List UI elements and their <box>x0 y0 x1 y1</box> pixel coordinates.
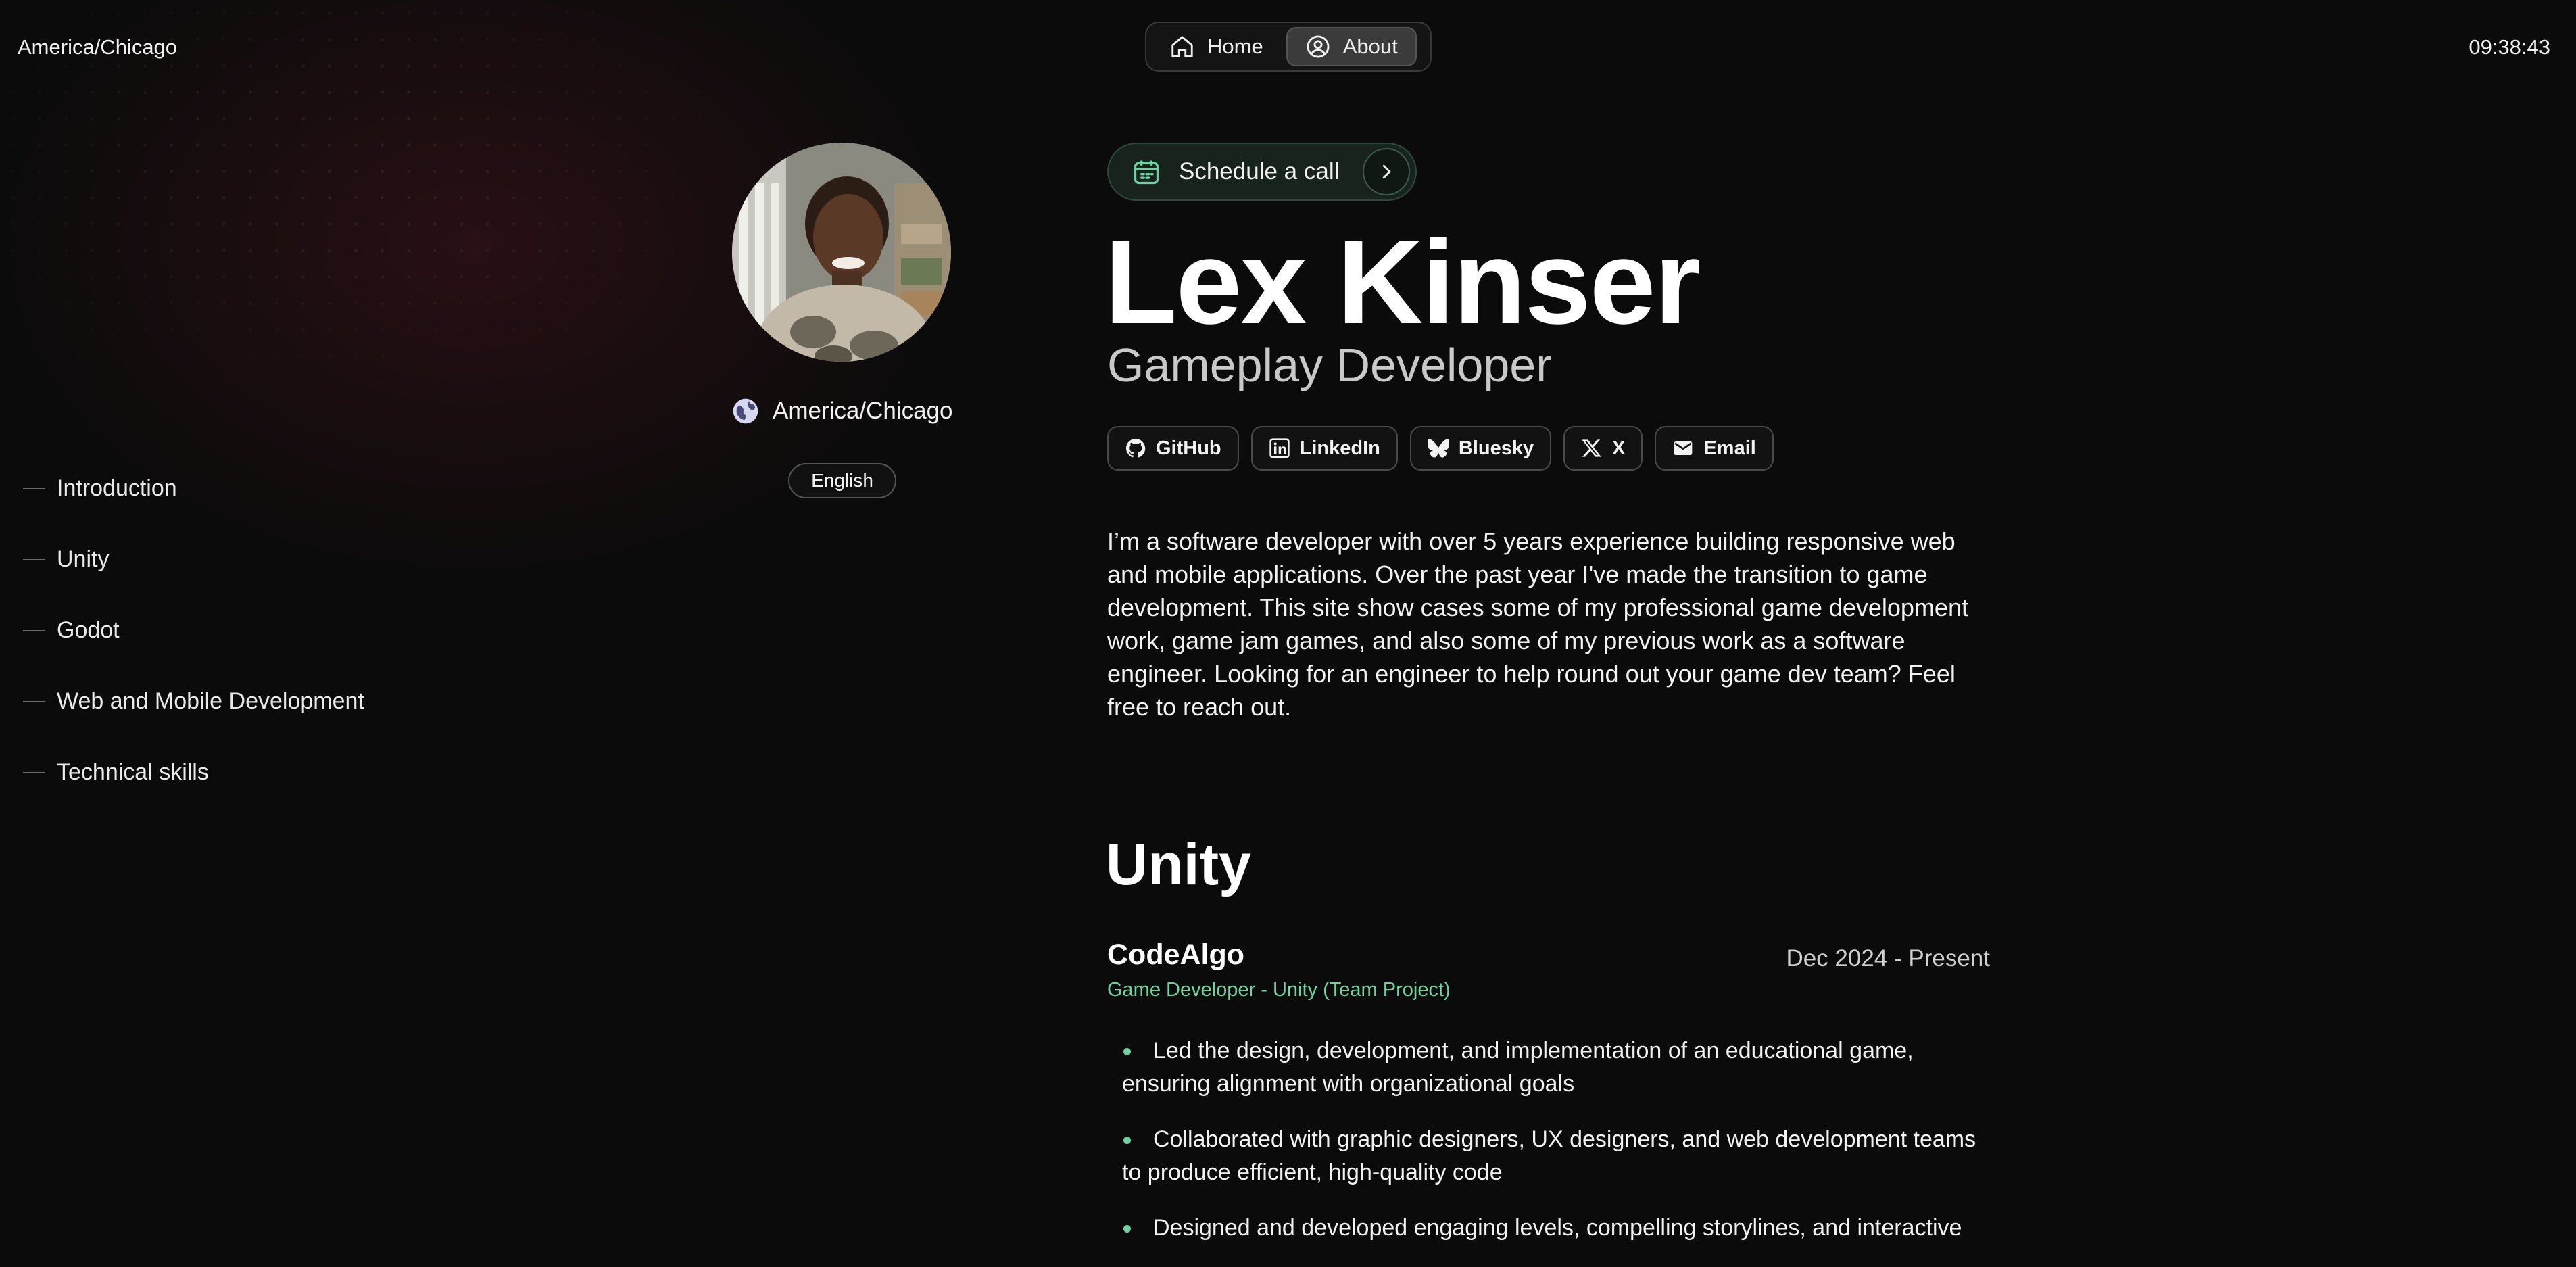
github-label: GitHub <box>1156 437 1221 459</box>
user-circle-icon <box>1307 35 1330 58</box>
bio-paragraph: I’m a software developer with over 5 yea… <box>1107 527 1968 721</box>
list-item: Designed and developed engaging levels, … <box>1122 1212 2001 1245</box>
toc-item-label: Introduction <box>57 475 177 501</box>
profile-role: Gameplay Developer <box>1107 339 1552 391</box>
email-link[interactable]: Email <box>1655 426 1774 471</box>
github-icon <box>1126 439 1146 458</box>
calendar-icon <box>1132 157 1161 187</box>
email-icon <box>1674 441 1693 455</box>
x-icon <box>1582 439 1601 457</box>
toc-item-unity[interactable]: Unity <box>23 524 364 595</box>
toc-dash <box>23 700 45 702</box>
chevron-right-icon <box>1363 148 1410 195</box>
github-link[interactable]: GitHub <box>1107 426 1239 471</box>
list-item: Collaborated with graphic designers, UX … <box>1122 1123 2001 1189</box>
linkedin-label: LinkedIn <box>1299 437 1380 459</box>
toc-item-label: Godot <box>57 617 120 643</box>
x-link[interactable]: X <box>1563 426 1643 471</box>
toc-item-label: Unity <box>57 546 110 572</box>
toc-item-technical-skills[interactable]: Technical skills <box>23 737 364 808</box>
email-label: Email <box>1703 437 1756 459</box>
nav-about-label: About <box>1342 34 1398 58</box>
schedule-call-button[interactable]: Schedule a call <box>1107 143 1417 201</box>
location-label: America/Chicago <box>773 398 953 424</box>
experience-company: CodeAlgo <box>1107 938 1245 971</box>
list-item: Led the design, development, and impleme… <box>1122 1034 2001 1101</box>
bluesky-icon <box>1428 439 1449 458</box>
table-of-contents: Introduction Unity Godot Web and Mobile … <box>23 453 364 808</box>
toc-dash <box>23 629 45 631</box>
toc-dash <box>23 771 45 773</box>
timezone-label: America/Chicago <box>18 35 178 59</box>
x-label: X <box>1612 437 1626 459</box>
experience-role: Game Developer - Unity (Team Project) <box>1107 979 1451 1001</box>
toc-item-web-mobile[interactable]: Web and Mobile Development <box>23 666 364 737</box>
section-title-unity: Unity <box>1106 832 1251 897</box>
experience-dates: Dec 2024 - Present <box>1786 945 1990 972</box>
toc-item-introduction[interactable]: Introduction <box>23 453 364 524</box>
nav-home-label: Home <box>1207 34 1263 58</box>
language-badge: English <box>788 463 896 498</box>
experience-bullets: Led the design, development, and impleme… <box>1122 1034 2001 1267</box>
avatar <box>732 143 951 362</box>
clock: 09:38:43 <box>2469 35 2550 59</box>
globe-icon <box>733 398 758 424</box>
nav-home-button[interactable]: Home <box>1152 27 1281 66</box>
bluesky-label: Bluesky <box>1458 437 1534 459</box>
schedule-call-label: Schedule a call <box>1179 158 1340 185</box>
nav-about-button[interactable]: About <box>1286 27 1417 66</box>
location: America/Chicago <box>732 398 953 425</box>
toc-item-godot[interactable]: Godot <box>23 595 364 666</box>
toc-item-label: Web and Mobile Development <box>57 688 364 714</box>
toc-dash <box>23 487 45 489</box>
linkedin-link[interactable]: LinkedIn <box>1250 426 1398 471</box>
linkedin-icon <box>1269 438 1290 458</box>
bluesky-link[interactable]: Bluesky <box>1409 426 1552 471</box>
social-links: GitHub LinkedIn Bluesky X Email <box>1107 426 1774 471</box>
top-navigation: Home About <box>1145 22 1432 72</box>
toc-dash <box>23 558 45 560</box>
toc-item-label: Technical skills <box>57 759 209 785</box>
home-icon <box>1171 36 1193 57</box>
profile-name: Lex Kinser <box>1104 216 1701 349</box>
